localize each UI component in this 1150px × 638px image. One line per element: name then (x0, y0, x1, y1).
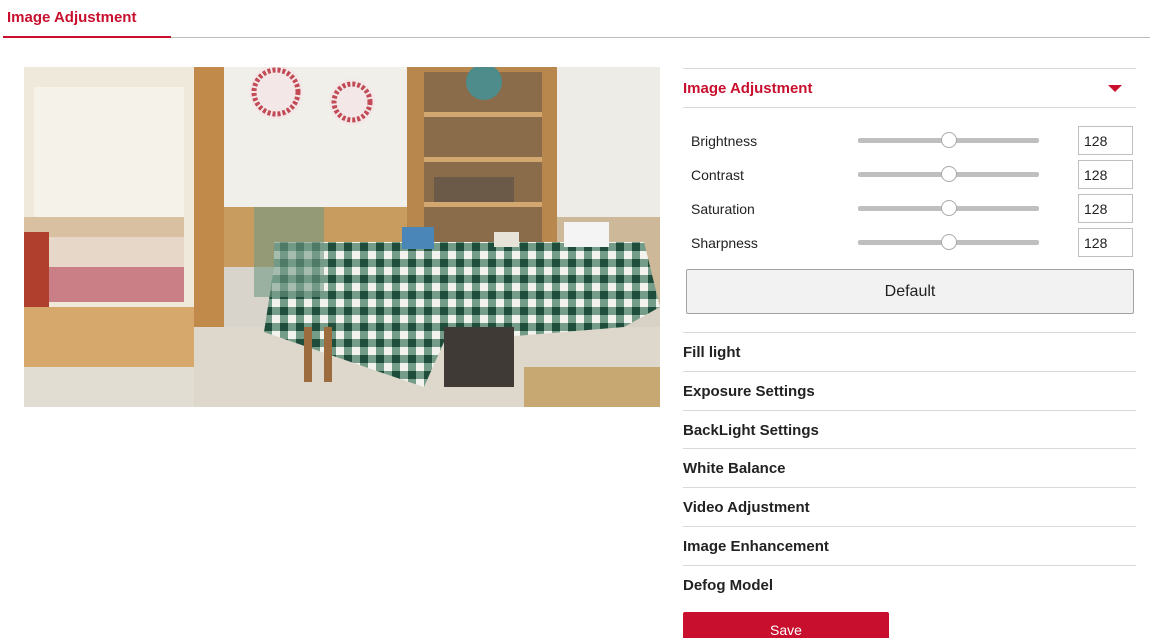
section-exposure-settings[interactable]: Exposure Settings (683, 372, 1136, 410)
slider-handle[interactable] (940, 234, 957, 250)
section-image-enhancement[interactable]: Image Enhancement (683, 527, 1136, 565)
camera-preview (24, 67, 660, 407)
section-title: Exposure Settings (683, 382, 815, 400)
active-tab-indicator (3, 36, 171, 38)
section-white-balance[interactable]: White Balance (683, 449, 1136, 487)
save-button[interactable]: Save (683, 612, 889, 638)
section-title: Image Adjustment (683, 79, 813, 97)
slider-row-contrast: Contrast 128 (683, 160, 1136, 190)
tab-image-adjustment[interactable]: Image Adjustment (7, 9, 136, 26)
section-title: White Balance (683, 459, 786, 477)
contrast-slider[interactable] (858, 166, 1039, 182)
slider-label: Brightness (691, 133, 758, 149)
slider-label: Saturation (691, 201, 755, 217)
section-title: Defog Model (683, 576, 773, 594)
slider-handle[interactable] (940, 132, 957, 148)
saturation-slider[interactable] (858, 200, 1039, 216)
slider-label: Contrast (691, 167, 744, 183)
section-defog-model[interactable]: Defog Model (683, 566, 1136, 604)
slider-row-saturation: Saturation 128 (683, 194, 1136, 224)
brightness-slider[interactable] (858, 132, 1039, 148)
slider-handle[interactable] (940, 200, 957, 216)
section-fill-light[interactable]: Fill light (683, 333, 1136, 371)
section-title: Image Enhancement (683, 537, 829, 555)
brightness-input[interactable]: 128 (1078, 126, 1133, 155)
saturation-input[interactable]: 128 (1078, 194, 1133, 223)
section-video-adjustment[interactable]: Video Adjustment (683, 488, 1136, 526)
sharpness-slider[interactable] (858, 234, 1039, 250)
section-image-adjustment[interactable]: Image Adjustment (683, 69, 1136, 107)
slider-label: Sharpness (691, 235, 758, 251)
slider-row-sharpness: Sharpness 128 (683, 228, 1136, 258)
section-backlight-settings[interactable]: BackLight Settings (683, 411, 1136, 449)
section-divider (683, 107, 1136, 108)
section-title: BackLight Settings (683, 421, 819, 439)
slider-row-brightness: Brightness 128 (683, 126, 1136, 156)
caret-down-icon[interactable] (1108, 84, 1122, 92)
section-title: Fill light (683, 343, 741, 361)
section-title: Video Adjustment (683, 498, 810, 516)
contrast-input[interactable]: 128 (1078, 160, 1133, 189)
slider-handle[interactable] (940, 166, 957, 182)
tab-bar-divider (3, 37, 1150, 38)
sharpness-input[interactable]: 128 (1078, 228, 1133, 257)
default-button[interactable]: Default (686, 269, 1134, 314)
